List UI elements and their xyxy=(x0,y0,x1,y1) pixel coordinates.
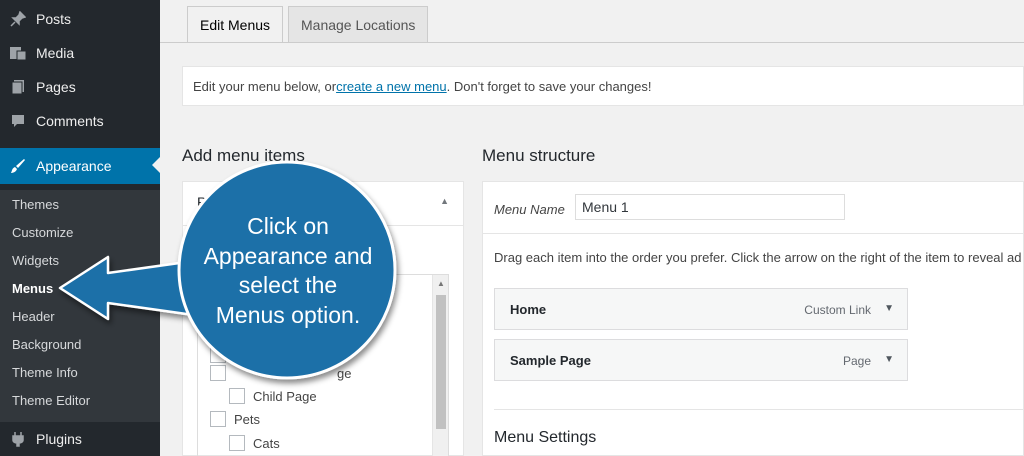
menu-item-home[interactable]: Home Custom Link ▼ xyxy=(494,288,908,330)
menu-item-title: Home xyxy=(510,302,547,317)
checkbox-label: Cats xyxy=(253,435,280,451)
create-new-menu-link[interactable]: create a new menu xyxy=(336,79,447,94)
paintbrush-icon xyxy=(0,158,36,174)
callout-line: Click on xyxy=(247,213,329,239)
tab-manage-locations[interactable]: Manage Locations xyxy=(288,6,429,42)
edit-menu-notice: Edit your menu below, or create a new me… xyxy=(182,66,1024,106)
list-item: Cats xyxy=(229,435,280,451)
callout-text: Click on Appearance and select the Menus… xyxy=(183,212,393,330)
sidebar-item-pages[interactable]: Pages xyxy=(0,70,160,104)
submenu-item-background[interactable]: Background xyxy=(12,337,81,352)
sidebar-item-media[interactable]: Media xyxy=(0,36,160,70)
notice-text-tail: . Don't forget to save your changes! xyxy=(446,78,652,94)
add-menu-items-heading: Add menu items xyxy=(182,146,305,165)
list-item: ge xyxy=(210,365,351,381)
submenu-item-widgets[interactable]: Widgets xyxy=(12,253,59,268)
checkbox-label: Pets xyxy=(234,411,261,427)
callout-line: Menus option. xyxy=(215,301,361,328)
menu-item-sample-page[interactable]: Sample Page Page ▼ xyxy=(494,339,908,381)
menu-item-type: Custom Link xyxy=(804,303,871,317)
tab-edit-menus[interactable]: Edit Menus xyxy=(187,6,284,42)
notice-text: Edit your menu below, or xyxy=(193,78,337,94)
page-checkbox[interactable] xyxy=(210,411,226,427)
sidebar-item-posts[interactable]: Posts xyxy=(0,2,160,36)
menu-structure-heading: Menu structure xyxy=(482,146,596,165)
comments-icon xyxy=(0,113,36,129)
page-checkbox[interactable] xyxy=(210,347,226,363)
page-checkbox[interactable] xyxy=(229,435,245,451)
menu-name-input[interactable] xyxy=(575,194,845,220)
sidebar-item-comments[interactable]: Comments xyxy=(0,104,160,138)
menu-settings-heading: Menu Settings xyxy=(494,429,597,446)
sidebar-item-appearance[interactable]: Appearance xyxy=(0,148,160,184)
checkbox-label: ge xyxy=(337,365,352,381)
tab-divider xyxy=(160,42,1024,43)
list-item xyxy=(210,347,234,363)
collapse-arrow-icon[interactable]: ▲ xyxy=(440,196,449,206)
sidebar-item-label: Plugins xyxy=(36,431,82,447)
menu-name-label: Menu Name xyxy=(494,202,565,217)
settings-divider xyxy=(494,409,1024,410)
menu-structure-panel: Menu Name Drag each item into the order … xyxy=(482,181,1024,456)
pages-icon xyxy=(0,79,36,95)
expand-arrow-icon[interactable]: ▼ xyxy=(884,354,894,365)
sidebar-item-label: Comments xyxy=(36,113,104,129)
sidebar-item-label: Appearance xyxy=(36,158,112,174)
sidebar-item-label: Media xyxy=(36,45,75,61)
callout-line: Appearance and xyxy=(203,242,373,269)
appearance-submenu: Themes Customize Widgets Menus Header Ba… xyxy=(0,190,160,422)
sidebar-item-plugins[interactable]: Plugins xyxy=(0,422,160,456)
sidebar-item-label: Pages xyxy=(36,79,76,95)
accordion-title[interactable]: P xyxy=(197,194,206,210)
plugin-icon xyxy=(0,431,36,447)
scroll-up-icon[interactable]: ▲ xyxy=(437,279,445,288)
submenu-item-theme-editor[interactable]: Theme Editor xyxy=(12,393,90,408)
pin-icon xyxy=(0,11,36,27)
page-checkbox[interactable] xyxy=(210,365,226,381)
menu-name-row: Menu Name xyxy=(483,182,1023,234)
admin-sidebar: Posts Media Pages Comments Appearance Th… xyxy=(0,0,160,456)
submenu-item-menus[interactable]: Menus xyxy=(12,281,53,296)
checklist-scrollbar[interactable]: ▲ xyxy=(432,275,448,456)
submenu-item-header[interactable]: Header xyxy=(12,309,55,324)
menu-item-type: Page xyxy=(842,354,871,368)
submenu-item-themes[interactable]: Themes xyxy=(12,197,59,212)
callout-line: select the xyxy=(238,272,338,298)
active-indicator xyxy=(152,157,160,173)
drag-instructions: Drag each item into the order you prefer… xyxy=(494,250,1022,265)
submenu-item-customize[interactable]: Customize xyxy=(12,225,73,240)
list-item: Pets xyxy=(210,411,260,427)
menu-item-title: Sample Page xyxy=(510,353,591,368)
checkbox-label: Child Page xyxy=(253,388,317,404)
sidebar-item-label: Posts xyxy=(36,11,72,27)
submenu-item-theme-info[interactable]: Theme Info xyxy=(12,365,78,380)
scrollbar-thumb[interactable] xyxy=(436,295,446,429)
media-icon xyxy=(0,45,36,61)
list-item: Child Page xyxy=(229,388,317,404)
expand-arrow-icon[interactable]: ▼ xyxy=(884,303,894,314)
page-checkbox[interactable] xyxy=(229,388,245,404)
